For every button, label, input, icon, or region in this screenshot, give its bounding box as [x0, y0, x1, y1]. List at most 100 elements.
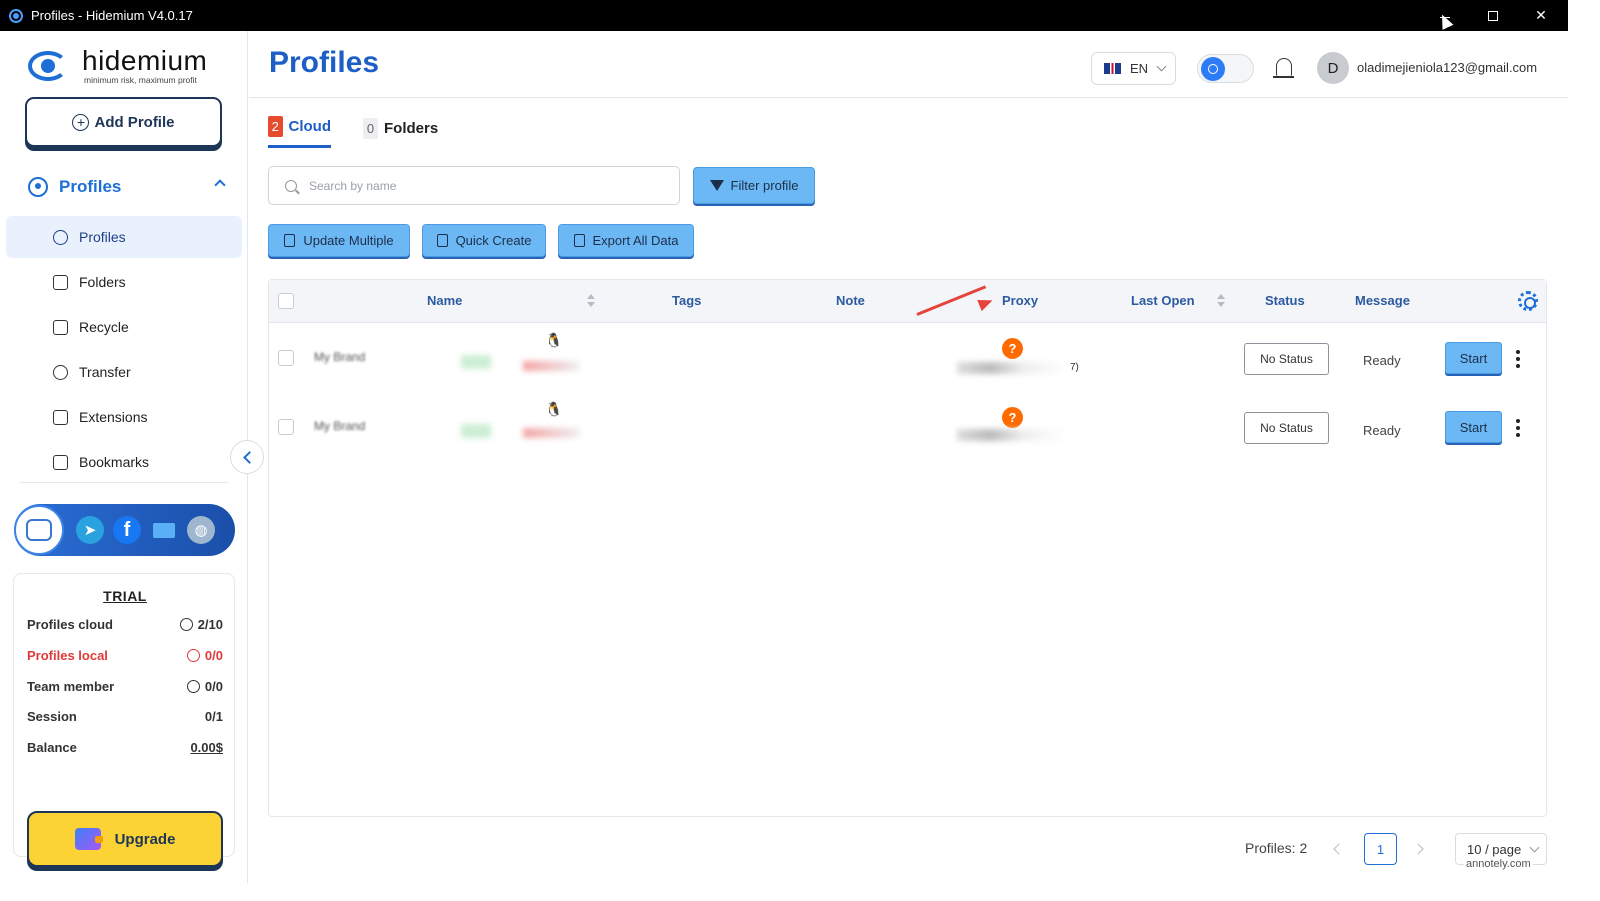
user-email[interactable]: oladimejieniola123@gmail.com: [1357, 60, 1537, 75]
upgrade-label: Upgrade: [114, 830, 176, 848]
pencil-icon: [436, 234, 448, 247]
sun-icon: [1201, 57, 1225, 81]
telegram-icon[interactable]: ➤: [76, 516, 104, 544]
more-options-icon[interactable]: [1516, 419, 1520, 437]
sort-icon[interactable]: [1217, 294, 1225, 308]
proxy-warning-icon[interactable]: ?: [1002, 407, 1023, 428]
table-row[interactable]: My Brand 🐧 ? 7) No Status Ready Start: [269, 324, 1546, 394]
update-multiple-button[interactable]: Update Multiple: [268, 224, 410, 257]
mail-icon[interactable]: [150, 516, 178, 544]
download-file-icon: [573, 234, 585, 247]
column-header-last-open[interactable]: Last Open: [1131, 293, 1195, 308]
proxy-text: 7): [1070, 362, 1079, 373]
avatar[interactable]: D: [1317, 52, 1349, 84]
add-profile-button[interactable]: + Add Profile: [25, 97, 222, 147]
message-text: Ready: [1363, 423, 1401, 438]
status-button[interactable]: No Status: [1244, 343, 1329, 375]
start-button[interactable]: Start: [1445, 342, 1502, 374]
sidebar-item-profiles[interactable]: Profiles: [6, 216, 242, 258]
close-window-button[interactable]: ✕: [1518, 0, 1564, 31]
gear-icon[interactable]: [1518, 291, 1538, 311]
transfer-icon: [53, 364, 68, 380]
wallet-icon: [74, 828, 103, 850]
chevron-right-icon[interactable]: [1412, 843, 1424, 855]
redacted-info: [523, 428, 579, 438]
select-all-checkbox[interactable]: [278, 293, 294, 309]
team-icon: [186, 679, 200, 693]
sidebar-item-label: Profiles: [79, 229, 126, 245]
nav-group-profiles[interactable]: Profiles: [28, 173, 228, 201]
sidebar-item-transfer[interactable]: Transfer: [6, 351, 242, 393]
quick-create-button[interactable]: Quick Create: [422, 224, 546, 257]
trial-card: TRIAL Profiles cloud 2/10 Profiles local…: [13, 573, 235, 867]
filter-profile-button[interactable]: Filter profile: [693, 167, 815, 204]
proxy-warning-icon[interactable]: ?: [1002, 338, 1023, 359]
chevron-up-icon: [214, 179, 226, 191]
more-options-icon[interactable]: [1516, 350, 1520, 368]
row-checkbox[interactable]: [278, 350, 294, 366]
app-logo-icon: [9, 8, 23, 23]
bell-icon[interactable]: [1273, 58, 1294, 78]
header: Profiles EN D oladimejieniola123@gmail.c…: [249, 31, 1568, 98]
language-select[interactable]: EN: [1091, 52, 1176, 85]
brand-logo[interactable]: hidemium minimum risk, maximum profit: [28, 47, 207, 85]
support-agent-icon[interactable]: [14, 505, 64, 555]
sidebar-item-label: Folders: [79, 274, 126, 290]
row-checkbox[interactable]: [278, 419, 294, 435]
column-header-name[interactable]: Name: [427, 293, 462, 308]
page-button[interactable]: 1: [1364, 833, 1397, 865]
sidebar-item-recycle[interactable]: Recycle: [6, 306, 242, 348]
search-box: [268, 166, 680, 205]
sidebar-item-label: Bookmarks: [79, 454, 150, 470]
sidebar: hidemium minimum risk, maximum profit + …: [0, 31, 248, 883]
add-profile-label: Add Profile: [94, 113, 175, 131]
document-icon: [284, 234, 296, 247]
sidebar-item-label: Recycle: [79, 319, 129, 335]
chevron-down-icon: [1156, 61, 1167, 72]
table-row[interactable]: My Brand 🐧 ? No Status Ready Start: [269, 394, 1546, 464]
maximize-button[interactable]: [1470, 0, 1516, 31]
page-title: Profiles: [269, 46, 380, 79]
balance-link[interactable]: 0.00$: [190, 740, 223, 755]
start-button[interactable]: Start: [1445, 411, 1502, 443]
sort-icon[interactable]: [587, 294, 595, 308]
filter-icon: [709, 180, 724, 191]
users-group-icon: [28, 177, 48, 197]
maximize-icon: [1488, 10, 1498, 21]
column-header-proxy: Proxy: [1002, 293, 1039, 308]
users-icon: [186, 648, 200, 662]
close-icon: ✕: [1535, 7, 1547, 23]
sidebar-item-extensions[interactable]: Extensions: [6, 396, 242, 438]
tab-count-badge: 2: [268, 116, 283, 137]
column-header-message: Message: [1355, 293, 1410, 308]
upgrade-button[interactable]: Upgrade: [27, 811, 223, 867]
trial-row-balance: Balance 0.00$: [27, 739, 223, 755]
facebook-icon[interactable]: f: [113, 516, 141, 544]
nav-group-label: Profiles: [59, 177, 122, 196]
profiles-table: Name Tags Note Proxy Last Open Status Me…: [268, 279, 1547, 817]
trial-row-session: Session 0/1: [27, 708, 223, 724]
chevron-left-icon[interactable]: [1333, 843, 1345, 855]
export-all-data-button[interactable]: Export All Data: [558, 224, 694, 257]
profile-name[interactable]: My Brand: [314, 350, 365, 364]
extension-icon: [53, 409, 68, 425]
linux-icon: 🐧: [545, 401, 563, 417]
profile-name[interactable]: My Brand: [314, 419, 365, 433]
collapse-sidebar-button[interactable]: [230, 440, 264, 474]
globe-icon[interactable]: ◍: [187, 516, 215, 544]
sidebar-item-label: Extensions: [79, 409, 148, 425]
search-input[interactable]: [309, 178, 649, 193]
status-button[interactable]: No Status: [1244, 412, 1329, 444]
tab-cloud[interactable]: 2 Cloud: [268, 108, 331, 148]
tab-folders[interactable]: 0 Folders: [363, 108, 438, 148]
plus-circle-icon: +: [72, 113, 90, 131]
redacted-tag: [461, 424, 491, 438]
brand-slogan: minimum risk, maximum profit: [84, 75, 197, 85]
theme-toggle[interactable]: [1197, 54, 1254, 83]
uk-flag-icon: [1104, 63, 1121, 74]
sidebar-item-folders[interactable]: Folders: [6, 261, 242, 303]
sidebar-item-bookmarks[interactable]: Bookmarks: [6, 441, 242, 483]
chevron-down-icon: [1529, 842, 1540, 852]
redacted-tag: [461, 355, 491, 369]
message-text: Ready: [1363, 353, 1401, 368]
